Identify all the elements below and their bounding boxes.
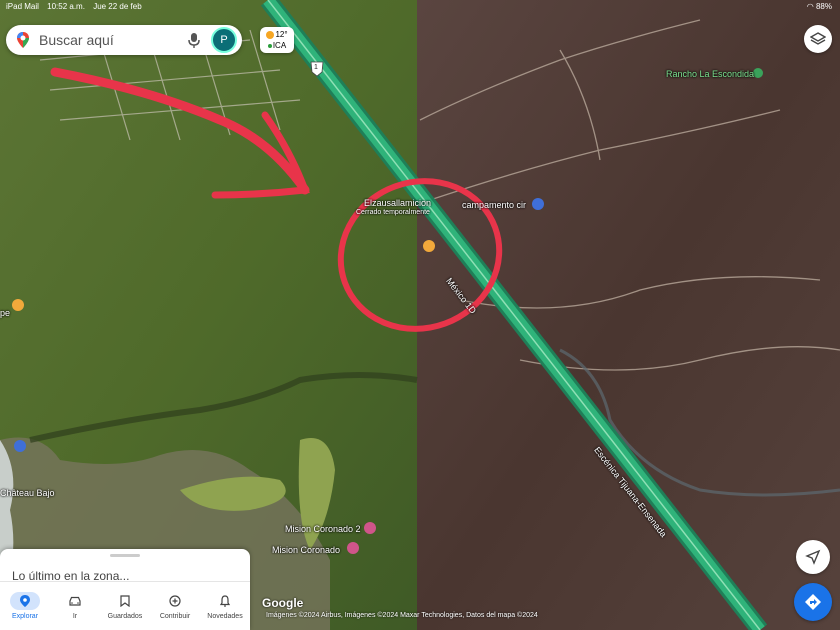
place-label[interactable]: Mision Coronado 2 xyxy=(285,524,361,534)
directions-icon xyxy=(805,594,821,610)
place-label[interactable]: pe xyxy=(0,308,10,318)
google-logo: Google xyxy=(262,596,304,610)
microphone-icon[interactable] xyxy=(187,32,201,48)
tab-contribuir[interactable]: Contribuir xyxy=(150,582,200,630)
place-label[interactable]: Rancho La Escondida xyxy=(666,69,754,79)
map-attribution: Google Imágenes ©2024 Airbus, Imágenes ©… xyxy=(262,594,538,619)
bottom-sheet[interactable]: Lo último en la zona... Explorar Ir Guar… xyxy=(0,549,250,630)
battery-indicator: ◠ 88% xyxy=(807,2,832,11)
bell-icon xyxy=(210,592,240,610)
aqi-label: ICA xyxy=(272,41,287,50)
add-circle-icon xyxy=(160,592,190,610)
tab-ir[interactable]: Ir xyxy=(50,582,100,630)
tab-explorar[interactable]: Explorar xyxy=(0,582,50,630)
place-sublabel: Cerrado temporalmente xyxy=(356,209,430,216)
search-input[interactable]: Buscar aquí xyxy=(39,32,187,48)
car-icon xyxy=(60,592,90,610)
route-shield-label: 1 xyxy=(314,64,318,71)
tab-label: Guardados xyxy=(107,613,143,620)
bookmark-icon xyxy=(110,592,140,610)
bottom-tab-bar: Explorar Ir Guardados Contribuir Novedad… xyxy=(0,581,250,630)
search-bar[interactable]: Buscar aquí P xyxy=(6,25,242,55)
status-time: 10:52 a.m. xyxy=(47,2,85,11)
my-location-button[interactable] xyxy=(796,540,830,574)
place-label[interactable]: campamento cir xyxy=(462,200,526,210)
weather-temp-row: 12° xyxy=(260,29,294,40)
tab-label: Ir xyxy=(72,613,78,620)
status-bar: iPad Mail 10:52 a.m. Jue 22 de feb xyxy=(6,2,148,11)
weather-temp: 12° xyxy=(275,30,288,39)
battery-text: 88% xyxy=(815,2,832,11)
tab-label: Explorar xyxy=(11,613,39,620)
weather-chip[interactable]: 12° ICA xyxy=(260,27,294,53)
sheet-handle[interactable] xyxy=(110,554,140,557)
place-label[interactable]: Elzausallamicion xyxy=(364,198,431,208)
tab-label: Novedades xyxy=(207,613,243,620)
layers-button[interactable] xyxy=(804,25,832,53)
avatar[interactable]: P xyxy=(211,27,237,53)
tab-guardados[interactable]: Guardados xyxy=(100,582,150,630)
attribution-text: Imágenes ©2024 Airbus, Imágenes ©2024 Ma… xyxy=(266,612,538,619)
directions-button[interactable] xyxy=(794,583,832,621)
place-label[interactable]: Mision Coronado xyxy=(272,545,340,555)
wifi-icon: ◠ xyxy=(806,2,814,11)
location-pin-icon xyxy=(10,592,40,610)
status-device: iPad Mail xyxy=(6,2,39,11)
google-maps-pin-icon xyxy=(17,32,29,48)
layers-icon xyxy=(810,32,826,45)
sun-icon xyxy=(266,30,275,39)
aqi-dot-icon xyxy=(267,43,272,48)
satellite-map[interactable] xyxy=(0,0,840,630)
navigation-arrow-icon xyxy=(805,549,821,565)
tab-novedades[interactable]: Novedades xyxy=(200,582,250,630)
aqi-row: ICA xyxy=(260,40,294,51)
place-label[interactable]: Château Bajo xyxy=(0,488,55,498)
tab-label: Contribuir xyxy=(159,613,191,620)
status-date: Jue 22 de feb xyxy=(93,2,142,11)
